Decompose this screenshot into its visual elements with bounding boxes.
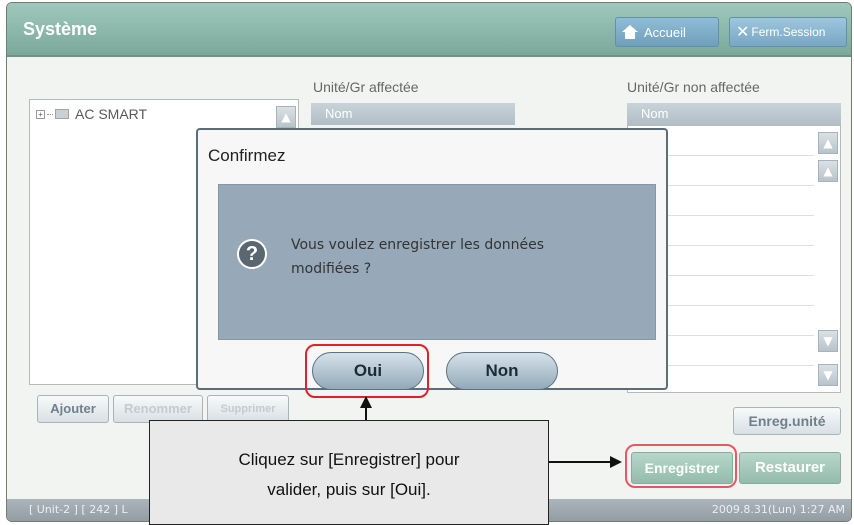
callout-text: Cliquez sur [Enregistrer] pour valider, … [150, 445, 548, 505]
dialog-message: Vous voulez enregistrer les données modi… [291, 233, 591, 281]
question-icon: ? [237, 239, 267, 269]
callout-line2: valider, puis sur [Oui]. [267, 480, 431, 499]
callout-line1: Cliquez sur [Enregistrer] pour [238, 450, 460, 469]
no-button[interactable]: Non [446, 352, 558, 390]
dialog-message-line1: Vous voulez enregistrer les données [291, 237, 545, 253]
yes-highlight [305, 344, 429, 398]
dialog-message-line2: modifiées ? [291, 261, 372, 277]
confirm-dialog: Confirmez ? Vous voulez enregistrer les … [196, 128, 668, 390]
instruction-callout: Cliquez sur [Enregistrer] pour valider, … [149, 420, 549, 525]
dialog-body: ? Vous voulez enregistrer les données mo… [218, 184, 656, 340]
dialog-title: Confirmez [208, 146, 286, 165]
